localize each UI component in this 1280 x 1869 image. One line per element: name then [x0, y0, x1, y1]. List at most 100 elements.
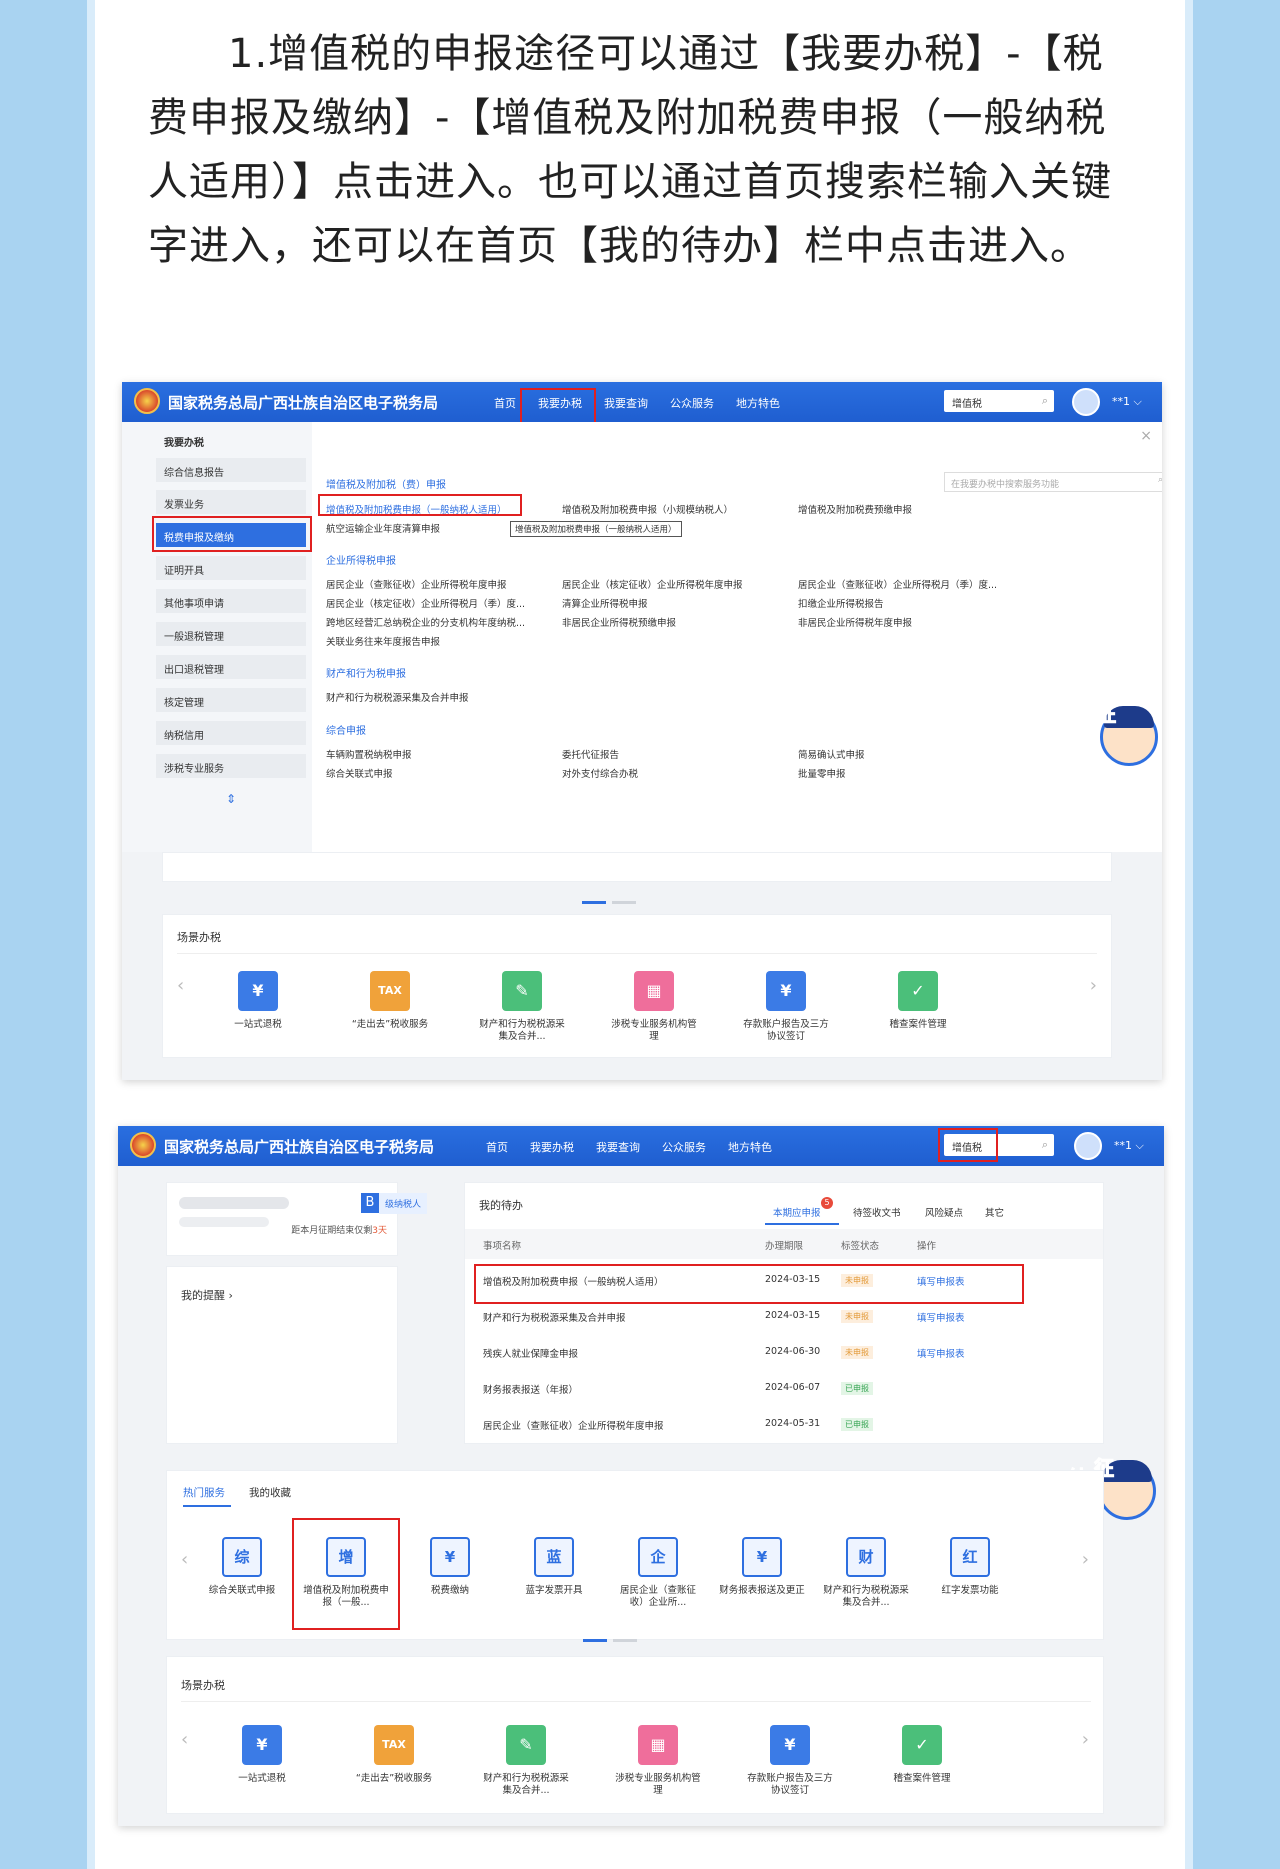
chevron-left-icon[interactable]: ‹: [181, 1729, 188, 1750]
side-item[interactable]: 纳税信用: [156, 721, 306, 745]
chevron-left-icon[interactable]: ‹: [181, 1549, 188, 1570]
hot-item[interactable]: 企居民企业（查账征收）企业所...: [613, 1537, 703, 1609]
scene-item[interactable]: ✎ 财产和行为税税源采集及合并...: [481, 1725, 571, 1797]
reminder-title[interactable]: 我的提醒 ›: [181, 1287, 233, 1303]
scene-item[interactable]: ¥ 存款账户报告及三方协议签订: [741, 971, 831, 1043]
tab-other[interactable]: 其它: [985, 1205, 1004, 1219]
side-item[interactable]: 一般退税管理: [156, 622, 306, 646]
link-cit[interactable]: 居民企业（查账征收）企业所得税月（季）度...: [798, 577, 997, 591]
scroll-arrows-icon[interactable]: ⇕: [226, 792, 236, 806]
tab-risk[interactable]: 风险疑点: [925, 1205, 963, 1219]
carousel-dots[interactable]: [583, 1627, 643, 1646]
user-name[interactable]: **1 ⌵: [1112, 395, 1142, 409]
nav-home[interactable]: 首页: [486, 1139, 508, 1155]
combined-declare-icon: 综: [222, 1537, 262, 1577]
scene-item[interactable]: ▦ 涉税专业服务机构管理: [613, 1725, 703, 1797]
fill-form-link[interactable]: 填写申报表: [917, 1310, 965, 1324]
scene-item[interactable]: ¥ 一站式退税: [213, 971, 303, 1031]
nav-local[interactable]: 地方特色: [728, 1139, 772, 1155]
dot[interactable]: [613, 1639, 637, 1642]
section-vat: 增值税及附加税（费）申报: [326, 480, 446, 491]
scene-item[interactable]: ✓ 稽查案件管理: [877, 1725, 967, 1785]
mascot-icon[interactable]: 纳 征 互 动: [1068, 702, 1158, 783]
avatar[interactable]: [1072, 388, 1100, 416]
link-cit[interactable]: 非居民企业所得税年度申报: [798, 615, 912, 629]
side-item[interactable]: 核定管理: [156, 688, 306, 712]
hot-item[interactable]: 综综合关联式申报: [197, 1537, 287, 1597]
link-cit[interactable]: 非居民企业所得税预缴申报: [562, 615, 676, 629]
scene-item[interactable]: ✎ 财产和行为税税源采集及合并...: [477, 971, 567, 1043]
link-cit[interactable]: 居民企业（查账征收）企业所得税年度申报: [326, 577, 507, 591]
search-icon[interactable]: ⌕: [1158, 475, 1162, 485]
scene-item[interactable]: TAX “走出去”税收服务: [345, 971, 435, 1031]
scene-item[interactable]: ¥ 一站式退税: [217, 1725, 307, 1785]
chevron-right-icon[interactable]: ›: [1082, 1729, 1089, 1750]
nav-public[interactable]: 公众服务: [670, 395, 714, 411]
nav-query[interactable]: 我要查询: [596, 1139, 640, 1155]
hot-item[interactable]: 蓝蓝字发票开具: [509, 1537, 599, 1597]
chevron-right-icon[interactable]: ›: [1090, 975, 1097, 996]
table-row[interactable]: 财务报表报送（年报） 2024-06-07 已申报: [465, 1373, 1103, 1403]
row-date: 2024-03-15: [765, 1310, 821, 1321]
panel-search-input[interactable]: 在我要办税中搜索服务功能 ⌕: [944, 472, 1162, 492]
link-combined[interactable]: 简易确认式申报: [798, 747, 865, 761]
nav-query[interactable]: 我要查询: [604, 395, 648, 411]
dot-active[interactable]: [583, 1639, 607, 1642]
side-item[interactable]: 其他事项申请: [156, 589, 306, 613]
link-combined[interactable]: 综合关联式申报: [326, 766, 393, 780]
form-icon: ✎: [502, 971, 542, 1011]
link-aviation[interactable]: 航空运输企业年度清算申报: [326, 521, 440, 535]
link-combined[interactable]: 对外支付综合办税: [562, 766, 638, 780]
scene-item[interactable]: ✓ 稽查案件管理: [873, 971, 963, 1031]
side-item[interactable]: 综合信息报告: [156, 458, 306, 482]
link-combined[interactable]: 批量零申报: [798, 766, 846, 780]
hot-item[interactable]: ¥ 财务报表报送及更正: [717, 1537, 807, 1597]
tab-favorites[interactable]: 我的收藏: [249, 1485, 291, 1500]
hot-item[interactable]: 财财产和行为税税源采集及合并...: [821, 1537, 911, 1609]
nav-tax[interactable]: 我要办税: [530, 1139, 574, 1155]
link-cit[interactable]: 居民企业（核定征收）企业所得税月（季）度...: [326, 596, 525, 610]
status-badge: 已申报: [841, 1382, 873, 1395]
hot-item[interactable]: ¥ 税费缴纳: [405, 1537, 495, 1597]
scene-item[interactable]: ¥ 存款账户报告及三方协议签订: [745, 1725, 835, 1797]
link-vat-prepay[interactable]: 增值税及附加税费预缴申报: [798, 502, 912, 516]
carousel-dots[interactable]: [582, 889, 642, 908]
search-icon[interactable]: ⌕: [1042, 394, 1048, 408]
close-icon[interactable]: ×: [1140, 428, 1152, 444]
link-cit[interactable]: 清算企业所得税申报: [562, 596, 648, 610]
nav-local[interactable]: 地方特色: [736, 395, 780, 411]
link-property[interactable]: 财产和行为税税源采集及合并申报: [326, 690, 469, 704]
link-cit[interactable]: 跨地区经营汇总纳税企业的分支机构年度纳税...: [326, 615, 525, 629]
link-cit[interactable]: 关联业务往来年度报告申报: [326, 634, 440, 648]
table-row[interactable]: 居民企业（查账征收）企业所得税年度申报 2024-05-31 已申报: [465, 1409, 1103, 1439]
link-combined[interactable]: 委托代征报告: [562, 747, 619, 761]
scene-item[interactable]: ▦ 涉税专业服务机构管理: [609, 971, 699, 1043]
user-name[interactable]: **1 ⌵: [1114, 1139, 1144, 1153]
fill-form-link[interactable]: 填写申报表: [917, 1346, 965, 1360]
hot-item[interactable]: 红红字发票功能: [925, 1537, 1015, 1597]
search-icon[interactable]: ⌕: [1042, 1138, 1048, 1152]
side-item[interactable]: 涉税专业服务: [156, 754, 306, 778]
chevron-right-icon[interactable]: ›: [1082, 1549, 1089, 1570]
nav-public[interactable]: 公众服务: [662, 1139, 706, 1155]
nav-home[interactable]: 首页: [494, 395, 516, 411]
tab-hot-services[interactable]: 热门服务: [183, 1485, 225, 1500]
scene-item[interactable]: TAX “走出去”税收服务: [349, 1725, 439, 1785]
avatar[interactable]: [1074, 1132, 1102, 1160]
dot[interactable]: [612, 901, 636, 904]
link-combined[interactable]: 车辆购置税纳税申报: [326, 747, 412, 761]
table-row[interactable]: 残疾人就业保障金申报 2024-06-30 未申报 填写申报表: [465, 1337, 1103, 1367]
table-row[interactable]: 财产和行为税税源采集及合并申报 2024-03-15 未申报 填写申报表: [465, 1301, 1103, 1331]
dot-active[interactable]: [582, 901, 606, 904]
side-item[interactable]: 发票业务: [156, 490, 306, 514]
side-item[interactable]: 证明开具: [156, 556, 306, 580]
link-vat-small[interactable]: 增值税及附加税费申报（小规模纳税人）: [562, 502, 733, 516]
link-cit[interactable]: 扣缴企业所得税报告: [798, 596, 884, 610]
tab-current-declare[interactable]: 本期应申报: [773, 1205, 821, 1219]
link-cit[interactable]: 居民企业（核定征收）企业所得税年度申报: [562, 577, 743, 591]
search-input[interactable]: 增值税 ⌕: [944, 390, 1054, 412]
side-item[interactable]: 出口退税管理: [156, 655, 306, 679]
tab-documents[interactable]: 待签收文书: [853, 1205, 901, 1219]
chevron-left-icon[interactable]: ‹: [177, 975, 184, 996]
profile-card: B 级纳税人 距本月征期结束仅剩3天: [166, 1182, 428, 1256]
